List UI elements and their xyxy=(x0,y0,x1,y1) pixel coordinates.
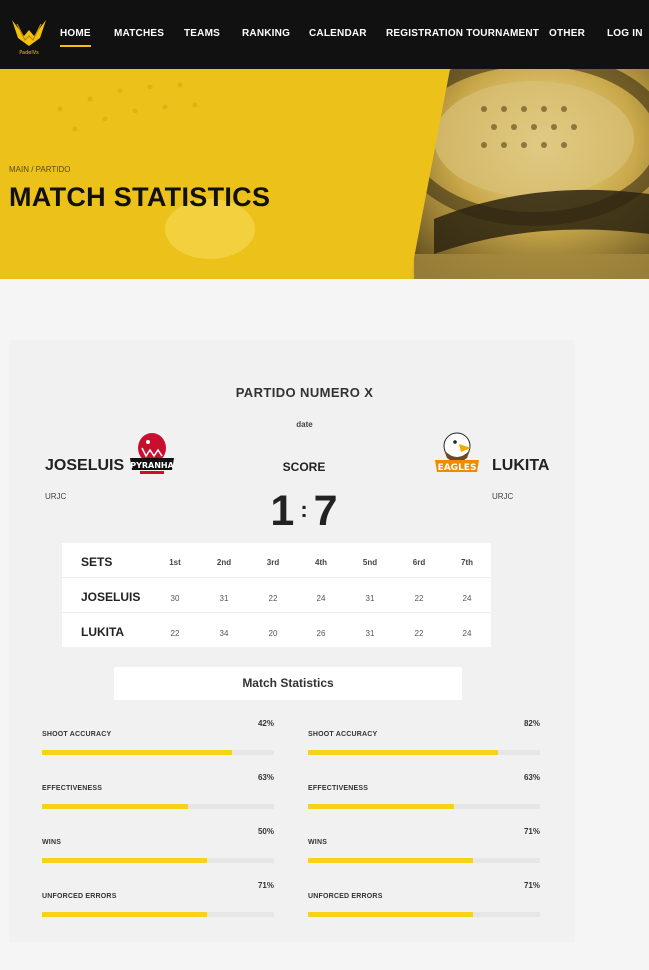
stat-progress-fill xyxy=(308,912,473,917)
stat-percent: 82% xyxy=(523,719,540,728)
away-stat-effectiveness: 63% EFFECTIVENESS xyxy=(308,773,540,823)
sets-table: SETS 1st 2nd 3rd 4th 5nd 6rd 7th JOSELUI… xyxy=(62,543,491,647)
nav-teams[interactable]: TEAMS xyxy=(184,28,220,39)
home-score: 1 xyxy=(270,487,295,535)
home-stat-wins: 50% WINS xyxy=(42,827,274,877)
away-stat-shoot-accuracy: 82% SHOOT ACCURACY xyxy=(308,719,540,769)
piranha-logo-icon: PYRANHA xyxy=(130,433,175,474)
home-stat-effectiveness: 63% EFFECTIVENESS xyxy=(42,773,274,823)
stat-label: EFFECTIVENESS xyxy=(42,785,103,792)
stat-percent: 71% xyxy=(523,881,540,890)
stat-progress-track xyxy=(308,804,540,809)
stat-progress-track xyxy=(42,804,274,809)
set-col-6: 6rd xyxy=(412,558,426,567)
set-value: 22 xyxy=(170,629,180,638)
stat-progress-fill xyxy=(42,912,207,917)
set-value: 22 xyxy=(414,629,424,638)
nav-log-in[interactable]: LOG IN xyxy=(607,28,643,39)
nav-matches[interactable]: MATCHES xyxy=(114,28,164,39)
stat-progress-track xyxy=(42,912,274,917)
stat-progress-fill xyxy=(42,804,189,809)
match-statistics-header: Match Statistics xyxy=(114,667,462,700)
home-stat-unforced-errors: 71% UNFORCED ERRORS xyxy=(42,881,274,931)
top-navbar: PadelVs HOME MATCHES TEAMS RANKING CALEN… xyxy=(0,0,649,69)
stat-percent: 63% xyxy=(257,773,274,782)
away-stat-wins: 71% WINS xyxy=(308,827,540,877)
set-col-3: 3rd xyxy=(266,558,280,567)
set-value: 24 xyxy=(462,629,472,638)
set-col-1: 1st xyxy=(169,558,181,567)
stat-label: WINS xyxy=(308,839,328,846)
set-value: 31 xyxy=(365,594,375,603)
stat-label: SHOOT ACCURACY xyxy=(308,731,378,738)
page-title: MATCH STATISTICS xyxy=(9,182,271,212)
score-label: SCORE xyxy=(282,460,326,474)
svg-text:PadelVs: PadelVs xyxy=(19,50,39,56)
set-value: 22 xyxy=(414,594,424,603)
home-stat-shoot-accuracy: 42% SHOOT ACCURACY xyxy=(42,719,274,769)
stat-percent: 50% xyxy=(257,827,274,836)
stat-percent: 42% xyxy=(257,719,274,728)
stat-progress-fill xyxy=(308,750,499,755)
set-col-5: 5nd xyxy=(362,558,378,567)
home-team-name[interactable]: JOSELUIS xyxy=(45,457,124,475)
stat-label: WINS xyxy=(42,839,62,846)
nav-home[interactable]: HOME xyxy=(60,28,91,47)
hero-banner: MAIN / PARTIDO MATCH STATISTICS xyxy=(0,69,649,279)
stat-label: UNFORCED ERRORS xyxy=(308,893,383,900)
stat-progress-fill xyxy=(42,750,233,755)
away-stat-unforced-errors: 71% UNFORCED ERRORS xyxy=(308,881,540,931)
padelvs-logo[interactable]: PadelVs xyxy=(10,16,48,56)
match-date: date xyxy=(296,420,313,429)
sets-row-name: LUKITA xyxy=(81,625,125,639)
sets-row-name: JOSELUIS xyxy=(81,590,141,604)
stat-progress-fill xyxy=(308,858,473,863)
away-team-org: URJC xyxy=(492,492,514,501)
stat-label: EFFECTIVENESS xyxy=(308,785,369,792)
breadcrumb[interactable]: MAIN / PARTIDO xyxy=(9,165,71,174)
nav-other[interactable]: OTHER xyxy=(549,28,585,39)
hero-yellow-overlay xyxy=(0,69,450,279)
set-value: 30 xyxy=(170,594,180,603)
set-value: 31 xyxy=(365,629,375,638)
svg-text:PYRANHA: PYRANHA xyxy=(130,461,174,470)
sets-header: SETS xyxy=(81,555,113,569)
match-title: PARTIDO NUMERO X xyxy=(235,385,374,400)
away-score: 7 xyxy=(313,487,338,535)
sets-header-row: SETS 1st 2nd 3rd 4th 5nd 6rd 7th xyxy=(62,543,491,578)
set-col-2: 2nd xyxy=(216,558,232,567)
score: 1:7 xyxy=(258,486,350,539)
stat-progress-track xyxy=(308,858,540,863)
set-col-7: 7th xyxy=(461,558,473,567)
set-value: 24 xyxy=(316,594,326,603)
stat-percent: 71% xyxy=(257,881,274,890)
set-value: 20 xyxy=(268,629,278,638)
stat-progress-fill xyxy=(308,804,455,809)
table-row: JOSELUIS 30 31 22 24 31 22 24 xyxy=(62,577,491,612)
stat-progress-track xyxy=(308,750,540,755)
nav-ranking[interactable]: RANKING xyxy=(242,28,290,39)
stat-progress-fill xyxy=(42,858,207,863)
stat-progress-track xyxy=(42,858,274,863)
stat-percent: 63% xyxy=(523,773,540,782)
set-value: 24 xyxy=(462,594,472,603)
svg-text:EAGLES: EAGLES xyxy=(438,463,477,473)
set-value: 22 xyxy=(268,594,278,603)
nav-registration-tournament[interactable]: REGISTRATION TOURNAMENT xyxy=(386,28,539,39)
table-row: LUKITA 22 34 20 26 31 22 24 xyxy=(62,612,491,647)
stat-progress-track xyxy=(308,912,540,917)
score-separator: : xyxy=(300,496,308,522)
set-value: 34 xyxy=(219,629,229,638)
stat-percent: 71% xyxy=(523,827,540,836)
home-team-org: URJC xyxy=(45,492,67,501)
eagles-logo-icon: EAGLES xyxy=(435,432,479,473)
set-col-4: 4th xyxy=(315,558,327,567)
set-value: 31 xyxy=(219,594,229,603)
stat-label: SHOOT ACCURACY xyxy=(42,731,112,738)
stat-label: UNFORCED ERRORS xyxy=(42,893,117,900)
away-team-name[interactable]: LUKITA xyxy=(492,457,549,475)
set-value: 26 xyxy=(316,629,326,638)
stat-progress-track xyxy=(42,750,274,755)
nav-calendar[interactable]: CALENDAR xyxy=(309,28,367,39)
